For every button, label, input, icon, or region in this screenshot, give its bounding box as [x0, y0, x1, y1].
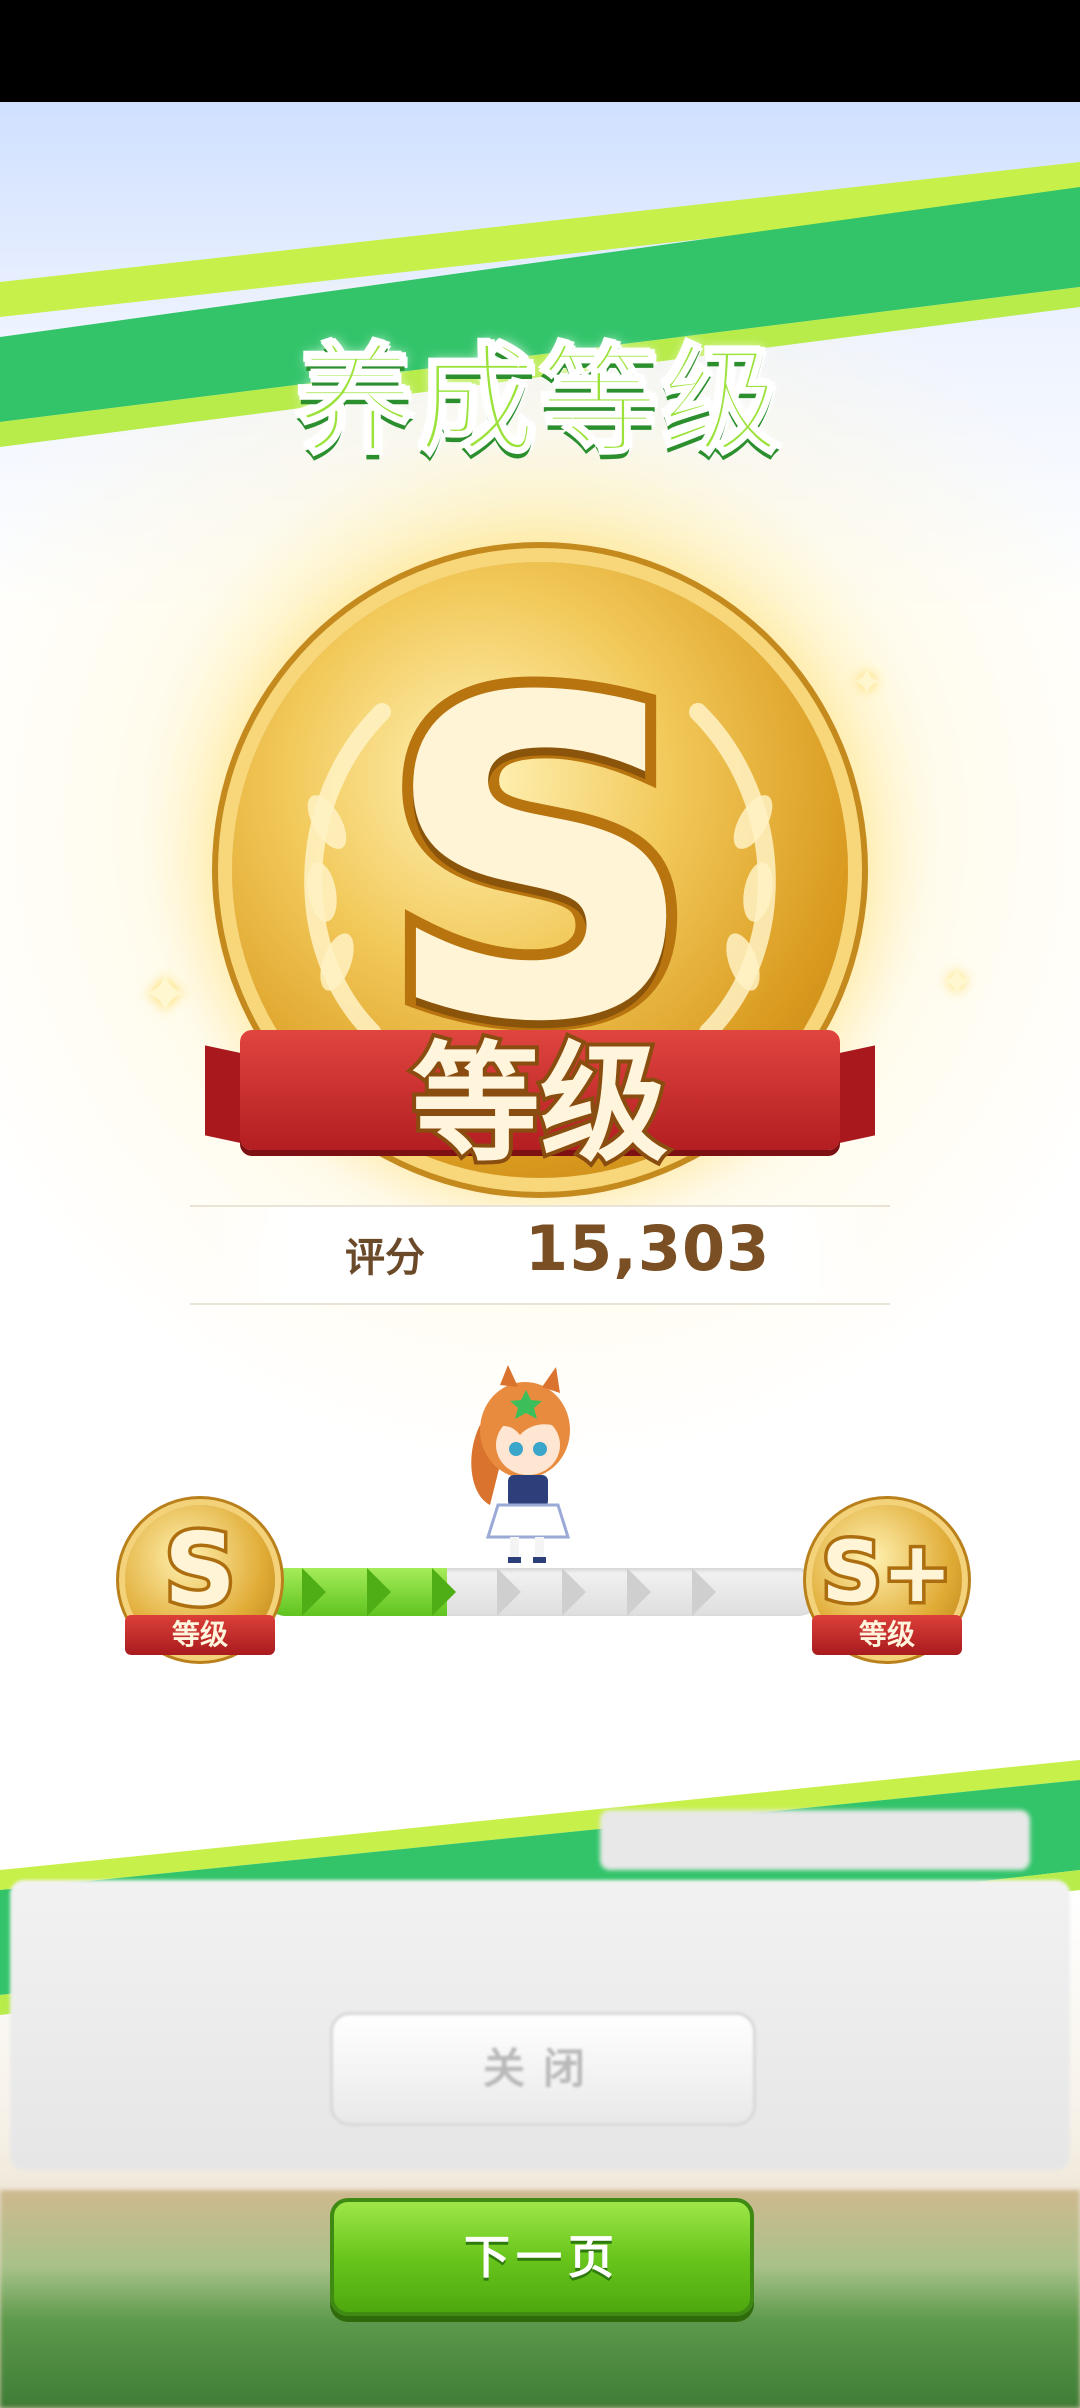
chevron-right-icon — [302, 1568, 326, 1616]
score-value: 15,303 — [525, 1212, 771, 1285]
chevron-right-icon — [627, 1568, 651, 1616]
chevron-right-icon — [432, 1568, 456, 1616]
chevron-right-icon — [692, 1568, 716, 1616]
rank-progress-bar — [262, 1568, 822, 1616]
chevron-right-icon — [497, 1568, 521, 1616]
sparkle-icon: ✦ — [940, 960, 974, 1006]
background-panel-strip — [600, 1810, 1030, 1870]
rank-ribbon-label: 等级 — [408, 1026, 672, 1183]
current-rank-letter: S — [160, 1508, 239, 1632]
chevron-right-icon — [562, 1568, 586, 1616]
sparkle-icon: ✦ — [850, 660, 884, 706]
rank-progress-fill — [262, 1568, 447, 1616]
current-rank-label: 等级 — [125, 1615, 275, 1655]
score-label: 评分 — [345, 1235, 425, 1281]
page-title: 养成等级 — [294, 331, 784, 472]
sparkle-icon: ✦ — [140, 960, 191, 1030]
next-rank-label: 等级 — [812, 1615, 962, 1655]
chevron-right-icon — [367, 1568, 391, 1616]
close-button[interactable]: 关闭 — [330, 2012, 756, 2126]
character-avatar — [471, 1365, 571, 1563]
next-rank-letter: S+ — [818, 1520, 956, 1625]
status-bar — [0, 0, 1080, 102]
next-page-button[interactable]: 下一页 — [330, 2198, 754, 2316]
